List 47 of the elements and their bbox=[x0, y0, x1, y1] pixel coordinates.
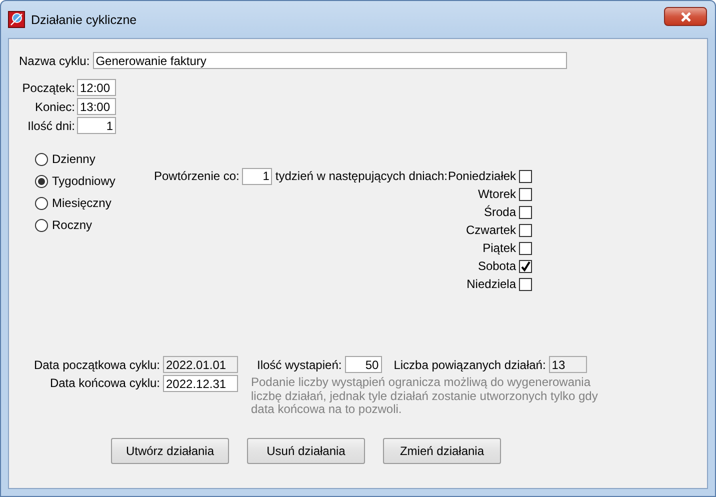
checkbox-label: Piątek bbox=[482, 241, 516, 255]
input-field[interactable]: 12:00 bbox=[77, 79, 116, 96]
checkbox-label: Czwartek bbox=[466, 223, 516, 237]
field-label: Nazwa cyklu: bbox=[19, 54, 90, 68]
field-label: Data końcowa cyklu: bbox=[48, 376, 160, 390]
radio-label: Dzienny bbox=[52, 152, 96, 166]
action-button[interactable]: Utwórz działania bbox=[111, 438, 229, 464]
input-field[interactable]: 50 bbox=[344, 356, 382, 373]
field-label: Ilość wystapień: bbox=[257, 358, 342, 372]
window-title: Działanie cykliczne bbox=[31, 12, 138, 26]
input-field[interactable]: 2022.12.31 bbox=[163, 375, 238, 392]
checkbox-label: Wtorek bbox=[478, 187, 516, 201]
action-button[interactable]: Zmień działania bbox=[383, 438, 501, 464]
radio-button[interactable] bbox=[35, 152, 48, 166]
field-label: Koniec: bbox=[34, 100, 75, 114]
checkbox[interactable] bbox=[519, 188, 532, 200]
checkbox[interactable] bbox=[519, 278, 532, 290]
checkbox[interactable] bbox=[519, 170, 532, 182]
input-field[interactable]: Generowanie faktury bbox=[92, 52, 567, 69]
checkbox[interactable] bbox=[519, 260, 532, 272]
radio-label: Miesięczny bbox=[52, 196, 112, 210]
checkbox[interactable] bbox=[519, 242, 532, 254]
checkbox[interactable] bbox=[519, 206, 532, 218]
checkbox-label: Środa bbox=[484, 205, 516, 219]
checkbox-label: Sobota bbox=[478, 259, 516, 273]
input-field[interactable]: 1 bbox=[242, 168, 272, 184]
field-label: Początek: bbox=[21, 80, 75, 94]
input-field[interactable]: 1 bbox=[77, 117, 116, 134]
field-label: Liczba powiązanych działań: bbox=[394, 358, 546, 372]
radio-label: Tygodniowy bbox=[52, 174, 116, 188]
action-button[interactable]: Usuń działania bbox=[247, 438, 365, 464]
hint-text: Podanie liczby wystąpień ogranicza możliwą do wygenerowania liczbę działań, jednak tyle działań zostanie utworzonych tylko gdy data końcowa na to pozwoli. bbox=[251, 376, 599, 416]
app-icon bbox=[8, 11, 25, 28]
checkbox-label: Poniedziałek bbox=[448, 169, 516, 183]
field-label: tydzień w następujących dniach: bbox=[275, 169, 448, 183]
radio-button[interactable] bbox=[35, 218, 48, 232]
field-label: Powtórzenie co: bbox=[154, 169, 240, 183]
radio-label: Roczny bbox=[52, 218, 92, 232]
checkbox[interactable] bbox=[519, 224, 532, 236]
radio-button[interactable] bbox=[35, 174, 48, 188]
radio-button[interactable] bbox=[35, 196, 48, 210]
checkbox-label: Niedziela bbox=[466, 277, 516, 291]
input-field[interactable]: 13:00 bbox=[77, 98, 116, 115]
close-button[interactable] bbox=[664, 7, 707, 26]
close-icon bbox=[680, 12, 692, 22]
field-label: Ilość dni: bbox=[26, 118, 75, 132]
field-label: Data początkowa cyklu: bbox=[32, 358, 160, 372]
